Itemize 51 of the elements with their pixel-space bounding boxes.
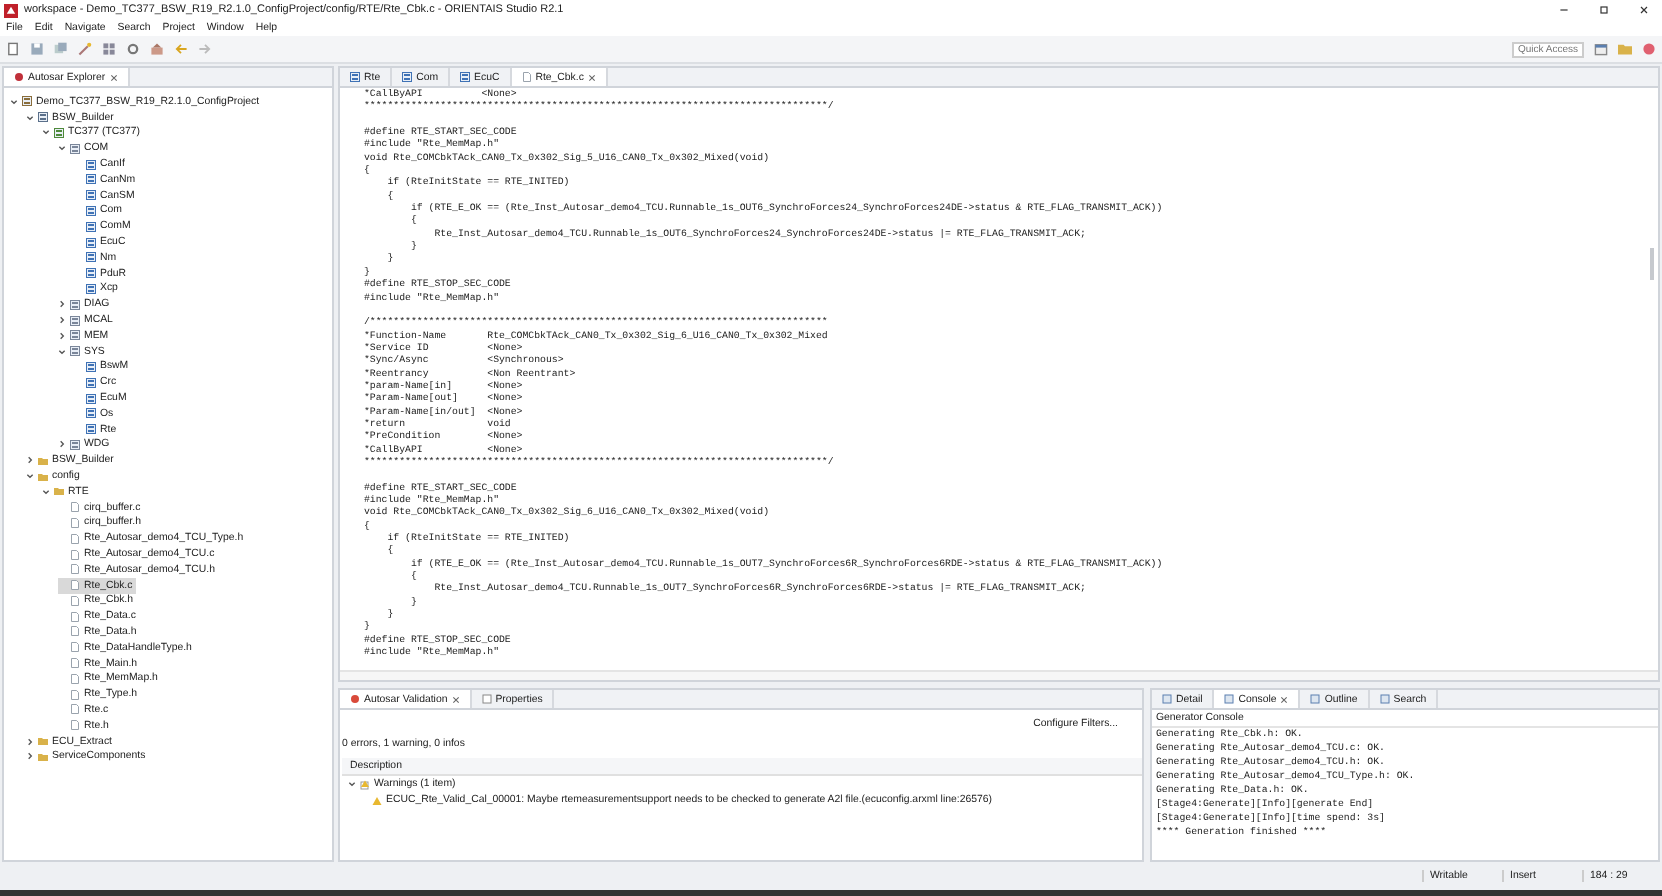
close-icon[interactable] [1638,4,1650,16]
module-icon [86,268,96,279]
perspective-icon[interactable] [1594,42,1608,56]
tab-icon [1224,694,1235,704]
module-icon [86,174,96,185]
new-file-icon[interactable] [6,42,20,56]
chevron-right-icon[interactable] [26,456,34,465]
tab-icon [1379,694,1390,704]
wand-icon[interactable] [78,42,92,56]
validation-icon [350,694,360,704]
builder-icon [38,112,48,123]
close-icon[interactable] [451,695,460,703]
chevron-right-icon[interactable] [58,331,66,340]
tab-icon [1310,694,1321,704]
chevron-right-icon[interactable] [58,300,66,309]
module-group-icon [70,346,80,357]
module-icon [86,159,96,170]
module-icon [86,190,96,201]
warning-list-icon [360,779,370,789]
module-icon [86,424,96,435]
module-group-icon [70,143,80,154]
module-group-icon [70,439,80,450]
module-icon [86,393,96,404]
module-icon [86,237,96,248]
module-group-icon [70,299,80,310]
close-icon[interactable] [109,73,118,81]
project-icon [22,96,32,107]
chevron-right-icon[interactable] [26,737,34,746]
module-icon [86,361,96,372]
module-group-icon [70,315,80,326]
module-icon [86,408,96,419]
chevron-right-icon[interactable] [58,440,66,449]
warning-icon [372,795,382,805]
chevron-right-icon[interactable] [58,316,66,325]
module-icon [86,205,96,216]
minimize-icon[interactable] [1558,4,1570,16]
maximize-icon[interactable] [1598,4,1610,16]
close-icon[interactable] [587,73,596,81]
module-icon [86,252,96,263]
properties-icon [481,694,492,704]
file-icon [521,72,532,82]
module-group-icon [70,330,80,341]
module-icon [86,377,96,388]
module-icon [86,283,96,294]
close-icon[interactable] [1280,695,1289,703]
chevron-right-icon[interactable] [26,752,34,761]
module-icon [86,221,96,232]
chevron-down-icon[interactable] [348,780,356,788]
tab-icon [1162,694,1172,704]
scrollbar[interactable] [1650,248,1654,280]
grid-icon[interactable] [102,42,116,56]
